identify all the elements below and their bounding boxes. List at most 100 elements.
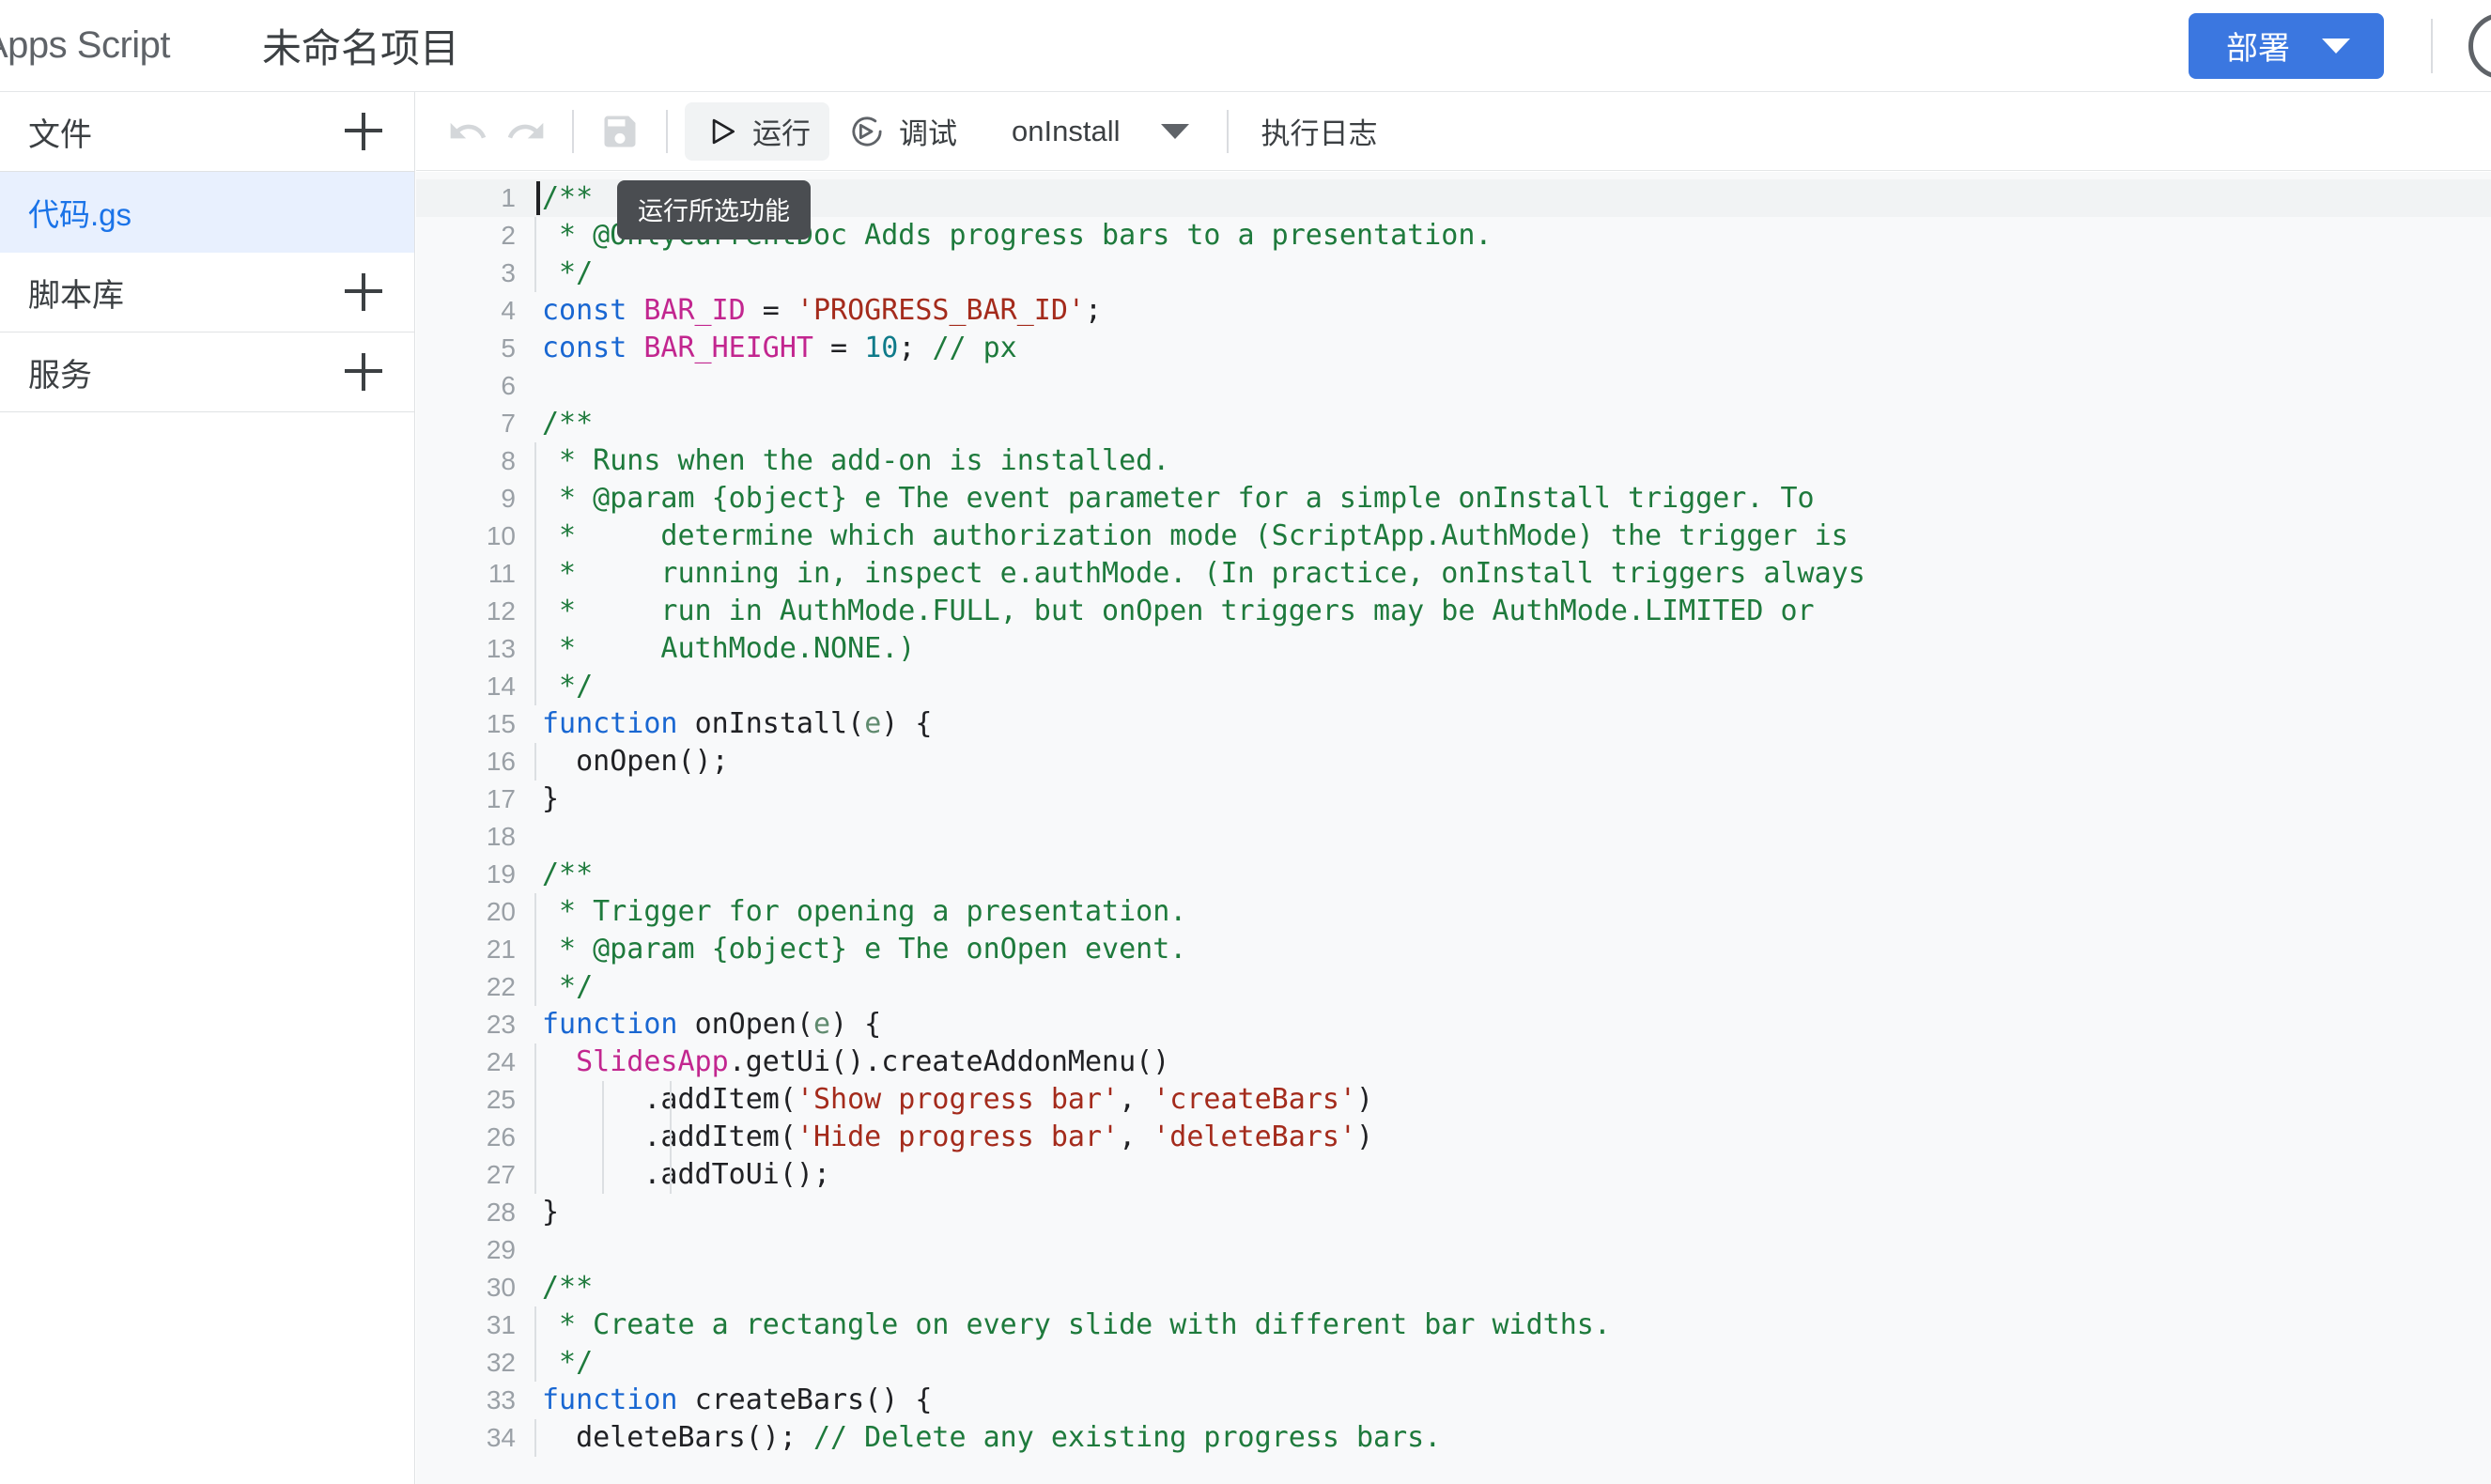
code-line-text: onOpen(); [536, 743, 2491, 781]
code-token: e [864, 707, 881, 740]
code-token: /** [542, 181, 593, 214]
execution-log-label: 执行日志 [1261, 110, 1377, 152]
code-line[interactable]: 27 .addToUi(); [416, 1156, 2491, 1194]
code-line[interactable]: 20 * Trigger for opening a presentation. [416, 893, 2491, 931]
code-token: e [813, 1008, 830, 1041]
code-line[interactable]: 14 */ [416, 668, 2491, 705]
code-line[interactable]: 5const BAR_HEIGHT = 10; // px [416, 330, 2491, 367]
indent-guide [534, 968, 536, 1006]
code-token: } [542, 782, 559, 815]
execution-log-button[interactable]: 执行日志 [1246, 102, 1392, 161]
line-number: 19 [416, 856, 536, 893]
code-line[interactable]: 31 * Create a rectangle on every slide w… [416, 1306, 2491, 1344]
code-line[interactable]: 10 * determine which authorization mode … [416, 518, 2491, 555]
deploy-button[interactable]: 部署 [2189, 13, 2384, 79]
sidebar-section-libraries-label: 脚本库 [28, 270, 124, 316]
code-line[interactable]: 16 onOpen(); [416, 743, 2491, 781]
code-line[interactable]: 28} [416, 1194, 2491, 1231]
code-token: ) { [881, 707, 932, 740]
code-line[interactable]: 17} [416, 781, 2491, 818]
indent-guide [534, 1306, 536, 1344]
add-service-plus-icon[interactable] [345, 353, 382, 391]
code-token: 10 [864, 332, 898, 364]
code-token: * run in AuthMode.FULL, but onOpen trigg… [542, 595, 1815, 627]
code-line[interactable]: 18 [416, 818, 2491, 856]
sidebar-item-code-gs-label: 代码.gs [28, 190, 132, 235]
sidebar-section-files[interactable]: 文件 [0, 92, 414, 172]
project-title[interactable]: 未命名项目 [262, 17, 459, 74]
function-selector[interactable]: onInstall [991, 102, 1210, 161]
code-line[interactable]: 30/** [416, 1269, 2491, 1306]
indent-guide [534, 1156, 536, 1194]
indent-guide [534, 743, 536, 781]
add-library-plus-icon[interactable] [345, 273, 382, 311]
code-line[interactable]: 15function onInstall(e) { [416, 705, 2491, 743]
code-line[interactable]: 13 * AuthMode.NONE.) [416, 630, 2491, 668]
debug-button[interactable]: 调试 [829, 102, 976, 161]
code-line[interactable]: 8 * Runs when the add-on is installed. [416, 442, 2491, 480]
code-line[interactable]: 34 deleteBars(); // Delete any existing … [416, 1419, 2491, 1457]
indent-guide [534, 555, 536, 593]
code-line-text: * run in AuthMode.FULL, but onOpen trigg… [536, 593, 2491, 630]
code-line[interactable]: 25 .addItem('Show progress bar', 'create… [416, 1081, 2491, 1119]
code-line[interactable]: 7/** [416, 405, 2491, 442]
line-number: 10 [416, 518, 536, 555]
code-line[interactable]: 4const BAR_ID = 'PROGRESS_BAR_ID'; [416, 292, 2491, 330]
run-button[interactable]: 运行 [685, 102, 829, 161]
indent-guide [534, 255, 536, 292]
code-line[interactable]: 6 [416, 367, 2491, 405]
line-number: 2 [416, 217, 536, 255]
sidebar-section-libraries[interactable]: 脚本库 [0, 253, 414, 332]
code-token: BAR_ID [643, 294, 745, 327]
code-line[interactable]: 19/** [416, 856, 2491, 893]
code-token: BAR_HEIGHT [643, 332, 813, 364]
code-line-text: * determine which authorization mode (Sc… [536, 518, 2491, 555]
code-lines[interactable]: 1/**2 * @OnlyCurrentDoc Adds progress ba… [416, 172, 2491, 1457]
code-line-text: const BAR_ID = 'PROGRESS_BAR_ID'; [536, 292, 2491, 330]
line-number: 22 [416, 968, 536, 1006]
sidebar: 文件 代码.gs 脚本库 服务 [0, 92, 415, 1484]
code-line[interactable]: 3 */ [416, 255, 2491, 292]
header-divider [2431, 19, 2433, 73]
indent-guide [534, 1043, 536, 1081]
code-line[interactable]: 33function createBars() { [416, 1382, 2491, 1419]
line-number: 18 [416, 818, 536, 856]
indent-guide [602, 1081, 604, 1119]
code-line-text: /** [536, 856, 2491, 893]
code-line-text: * AuthMode.NONE.) [536, 630, 2491, 668]
debug-icon [848, 113, 886, 150]
code-line[interactable]: 22 */ [416, 968, 2491, 1006]
account-circle-icon[interactable] [2468, 13, 2491, 79]
code-token: /** [542, 407, 593, 440]
indent-guide [534, 1119, 536, 1156]
toolbar-divider-1 [572, 110, 574, 153]
code-token: */ [542, 970, 593, 1003]
code-line[interactable]: 32 */ [416, 1344, 2491, 1382]
header-actions: 部署 [2189, 0, 2491, 91]
code-token: * Runs when the add-on is installed. [542, 444, 1169, 477]
code-token: onInstall [695, 707, 848, 740]
code-token: ( [847, 707, 864, 740]
code-editor[interactable]: 1/**2 * @OnlyCurrentDoc Adds progress ba… [416, 172, 2491, 1484]
indent-guide [534, 1419, 536, 1457]
undo-icon [447, 111, 488, 152]
code-line[interactable]: 23function onOpen(e) { [416, 1006, 2491, 1043]
line-number: 3 [416, 255, 536, 292]
code-line[interactable]: 21 * @param {object} e The onOpen event. [416, 931, 2491, 968]
code-line-text: SlidesApp.getUi().createAddonMenu() [536, 1043, 2491, 1081]
code-token [542, 1045, 576, 1078]
sidebar-item-code-gs[interactable]: 代码.gs [0, 172, 414, 253]
chevron-down-icon [2322, 39, 2350, 54]
code-line[interactable]: 29 [416, 1231, 2491, 1269]
save-button[interactable] [591, 102, 649, 161]
code-line[interactable]: 12 * run in AuthMode.FULL, but onOpen tr… [416, 593, 2491, 630]
add-file-plus-icon[interactable] [345, 113, 382, 150]
redo-button[interactable] [497, 102, 555, 161]
code-line[interactable]: 24 SlidesApp.getUi().createAddonMenu() [416, 1043, 2491, 1081]
code-line[interactable]: 9 * @param {object} e The event paramete… [416, 480, 2491, 518]
code-line-text: } [536, 781, 2491, 818]
sidebar-section-services[interactable]: 服务 [0, 332, 414, 412]
code-line[interactable]: 26 .addItem('Hide progress bar', 'delete… [416, 1119, 2491, 1156]
undo-button[interactable] [439, 102, 497, 161]
code-line[interactable]: 11 * running in, inspect e.authMode. (In… [416, 555, 2491, 593]
